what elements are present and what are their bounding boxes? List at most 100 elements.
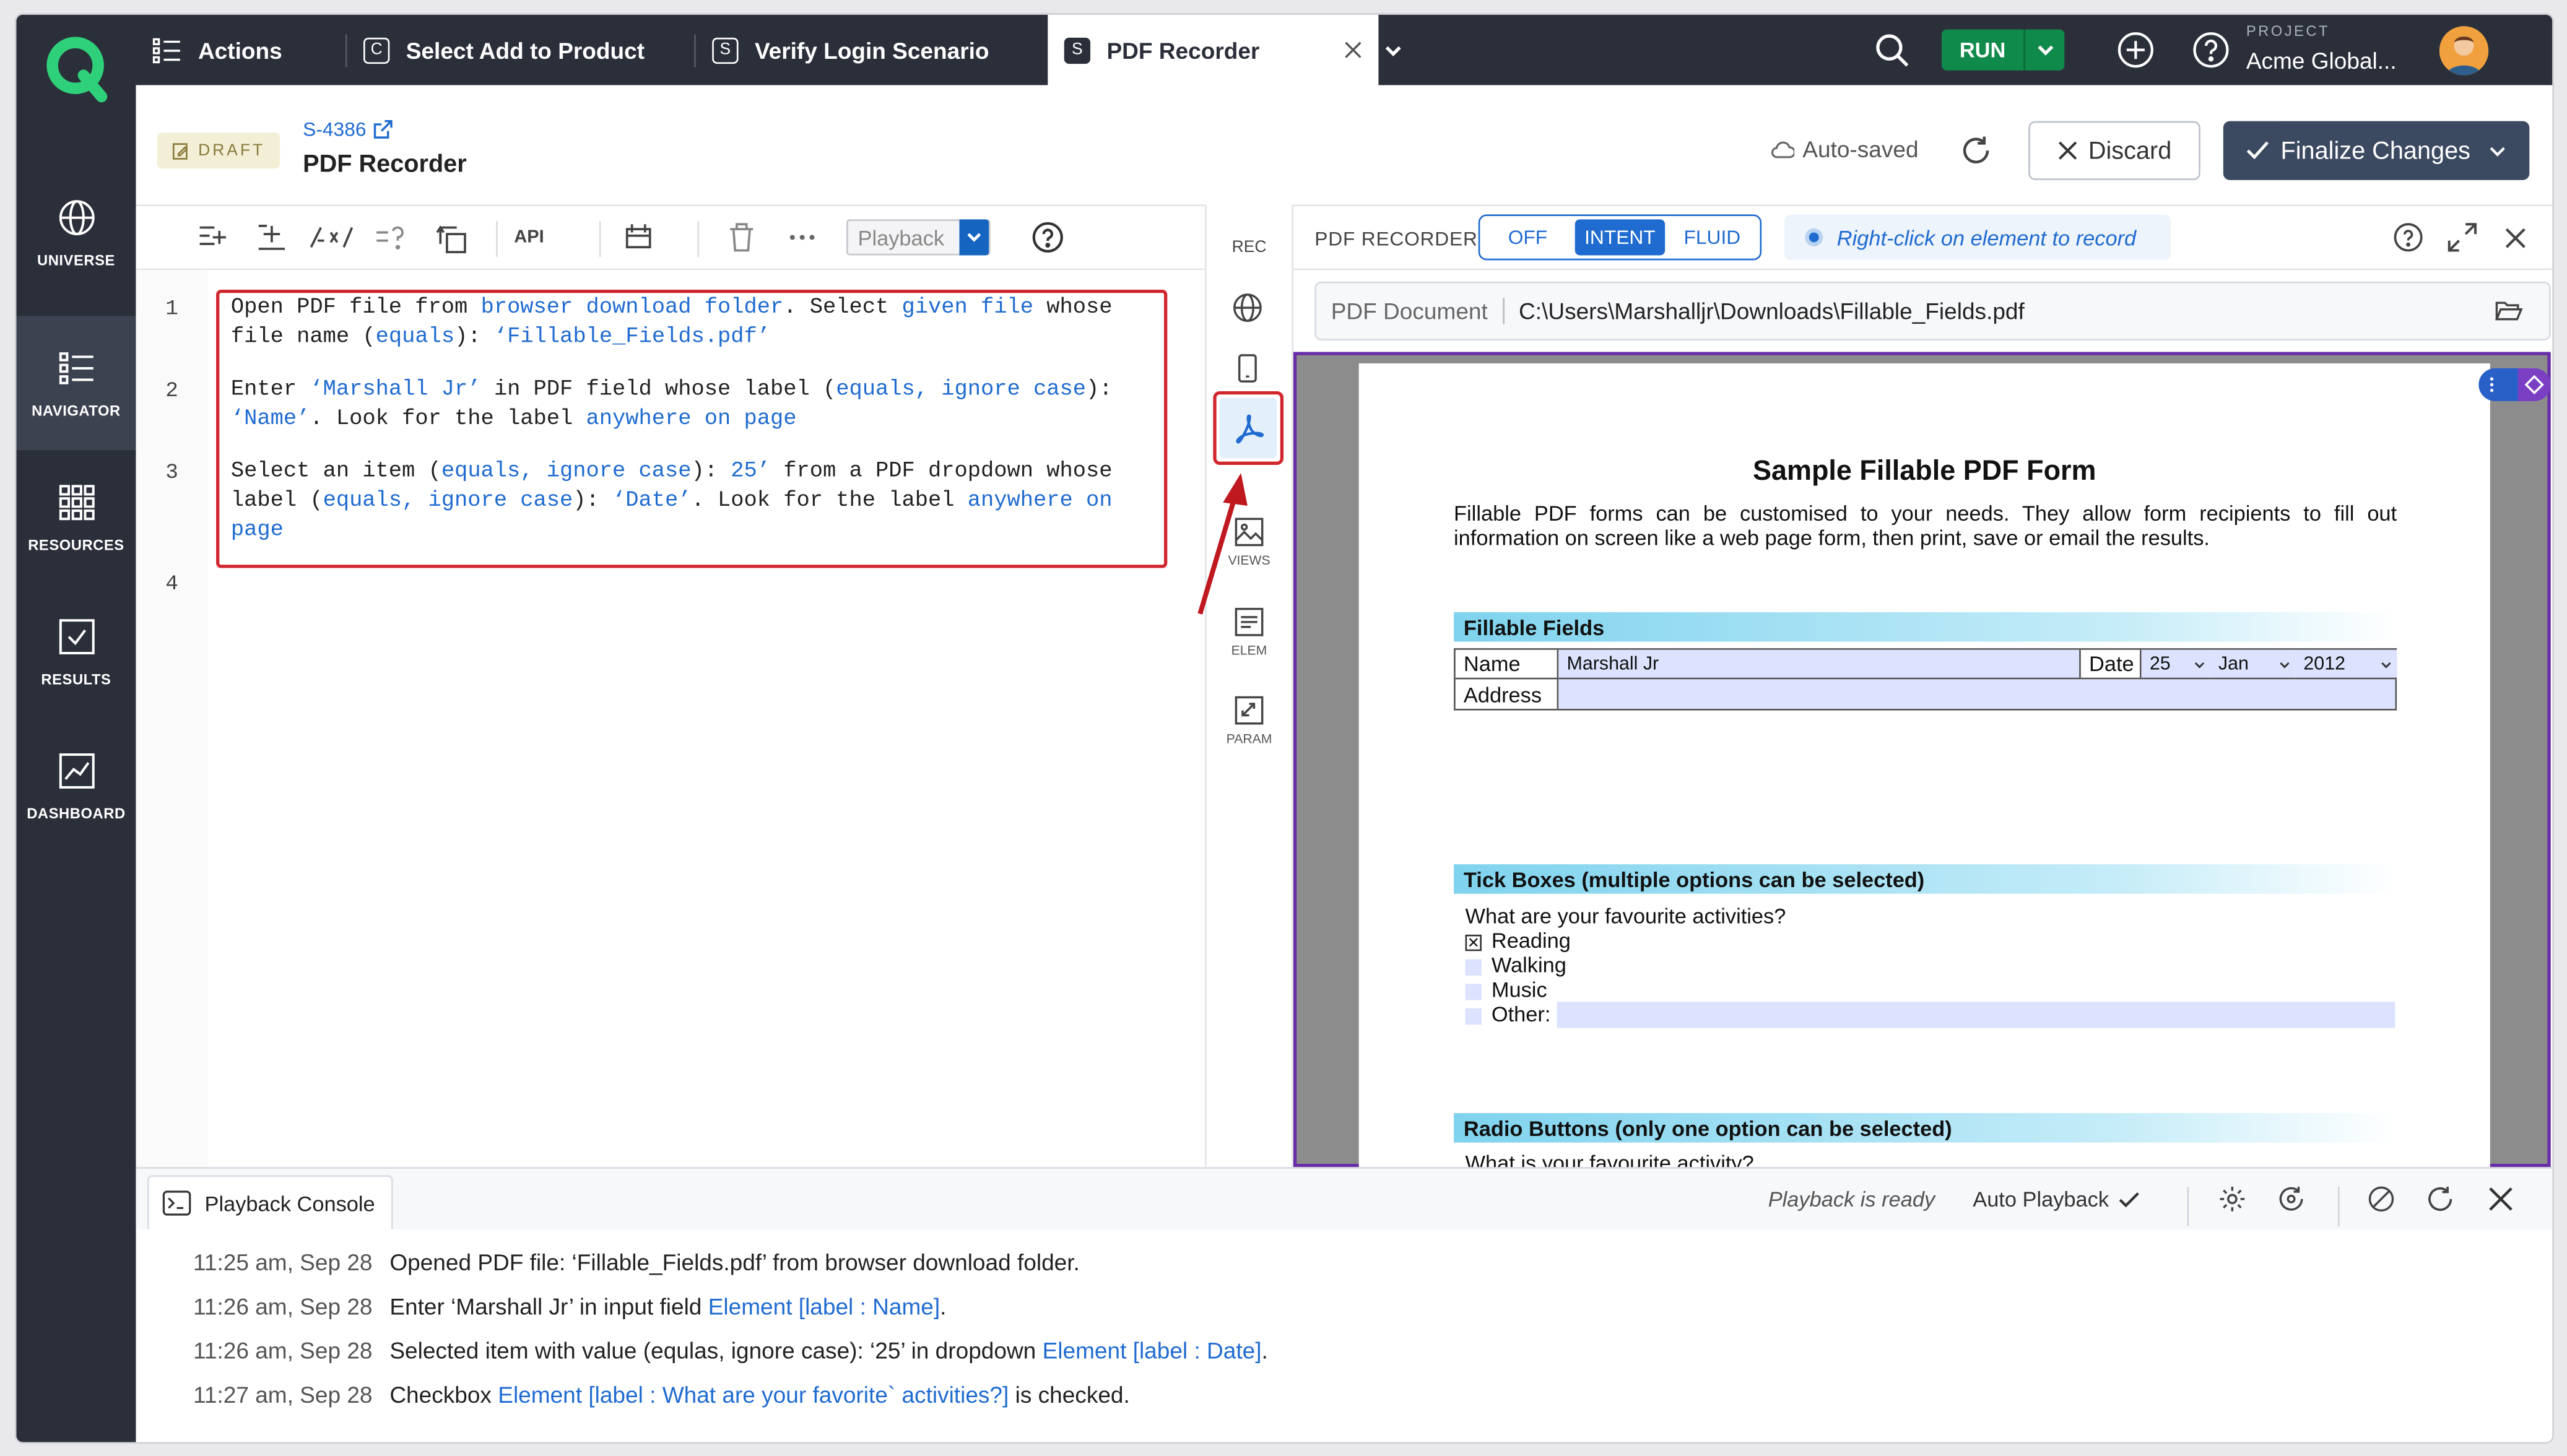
pick-element-button[interactable] — [2517, 368, 2551, 401]
nav-universe[interactable]: UNIVERSE — [16, 165, 136, 300]
date-day-select[interactable]: 25 — [2141, 649, 2210, 680]
step-line-3[interactable]: Select an item (equals, ignore case): 25… — [231, 458, 1113, 547]
mode-off[interactable]: OFF — [1483, 219, 1573, 255]
tab-label: Select Add to Product — [406, 37, 645, 63]
name-field[interactable]: Marshall Jr — [1558, 649, 2081, 680]
gear-icon[interactable] — [2218, 1185, 2246, 1213]
project-name[interactable]: Acme Global... — [2246, 48, 2397, 74]
close-icon[interactable] — [2505, 228, 2526, 249]
tab-verify-login-scenario[interactable]: S Verify Login Scenario — [696, 15, 1046, 85]
help-icon[interactable] — [2192, 31, 2230, 69]
text-token: Opened PDF file: ‘Fillable_Fields.pdf’ f… — [389, 1249, 1080, 1275]
address-field[interactable] — [1558, 679, 2395, 709]
tab-playback-console[interactable]: Playback Console — [147, 1175, 393, 1229]
other-field[interactable] — [1557, 1002, 2395, 1028]
recording-mode-toggle[interactable]: OFF INTENT FLUID — [1478, 214, 1762, 261]
search-icon[interactable] — [1875, 33, 1909, 67]
web-recorder-icon[interactable] — [1233, 293, 1262, 323]
calendar-icon[interactable] — [623, 223, 653, 253]
mode-intent[interactable]: INTENT — [1575, 219, 1665, 256]
finalize-changes-button[interactable]: Finalize Changes — [2223, 121, 2530, 180]
checkbox-music[interactable]: Music — [1465, 977, 1547, 1002]
clear-icon[interactable] — [2368, 1185, 2395, 1213]
avatar[interactable] — [2439, 26, 2489, 76]
toolbar-divider — [496, 220, 498, 258]
param-button[interactable]: PARAM — [1217, 696, 1282, 747]
help-icon[interactable] — [1032, 221, 1064, 254]
image-icon — [1235, 518, 1264, 547]
folder-open-icon[interactable] — [2495, 300, 2523, 323]
pdf-document-label: PDF Document — [1331, 298, 1488, 324]
add-step-icon[interactable] — [257, 223, 287, 253]
discard-button[interactable]: Discard — [2028, 121, 2200, 180]
elem-button[interactable]: ELEM — [1217, 607, 1282, 658]
run-dropdown[interactable] — [2023, 29, 2064, 71]
conditional-icon[interactable] — [375, 223, 405, 253]
text-token: Enter ‘Marshall Jr’ in input field — [389, 1293, 708, 1320]
tab-select-add-to-product[interactable]: C Select Add to Product — [347, 15, 695, 85]
copy-step-icon[interactable] — [435, 223, 468, 256]
parameterize-icon[interactable] — [308, 223, 354, 253]
nav-resources[interactable]: RESOURCES — [16, 450, 136, 584]
checkbox-label: Reading — [1491, 928, 1571, 953]
param-label: PARAM — [1226, 731, 1272, 747]
keyword-token: ‘Name’ — [230, 407, 310, 433]
nav-results[interactable]: RESULTS — [16, 584, 136, 719]
pdf-recorder-active-bg — [1219, 397, 1277, 459]
top-bar: Actions C Select Add to Product S Verify… — [136, 14, 2553, 85]
api-button[interactable]: API — [514, 228, 544, 248]
trash-icon[interactable] — [729, 223, 755, 253]
tab-label: Verify Login Scenario — [754, 37, 989, 63]
name-label: Name — [1455, 649, 1559, 680]
close-icon[interactable] — [2488, 1187, 2513, 1211]
pdf-recorder-button[interactable] — [1213, 391, 1284, 465]
checkbox-label: Other: — [1491, 1002, 1551, 1026]
replay-icon[interactable] — [2277, 1185, 2305, 1213]
checkbox-other[interactable]: Other: — [1465, 1002, 1551, 1026]
more-icon[interactable] — [789, 234, 815, 241]
step-line-1[interactable]: Open PDF file from browser download fold… — [231, 295, 1113, 353]
autosave-status: Auto-saved — [1771, 136, 1919, 162]
views-button[interactable]: VIEWS — [1217, 518, 1282, 568]
chevron-down-icon[interactable] — [1383, 41, 1403, 61]
line-gutter — [136, 270, 208, 1168]
globe-icon — [58, 199, 94, 235]
insert-step-icon[interactable] — [198, 223, 228, 253]
chevron-down-icon — [2280, 662, 2290, 669]
api-label: API — [514, 227, 544, 248]
nav-dashboard[interactable]: DASHBOARD — [16, 719, 136, 853]
nav-navigator[interactable]: NAVIGATOR — [16, 316, 136, 451]
run-button[interactable]: RUN — [1942, 29, 2065, 71]
playback-dropdown[interactable] — [959, 219, 989, 256]
help-icon[interactable] — [2394, 223, 2423, 253]
mode-fluid[interactable]: FLUID — [1668, 219, 1757, 255]
story-id: S-4386 — [303, 118, 367, 141]
expand-icon[interactable] — [2448, 223, 2477, 253]
keyword-token: ‘Fillable_Fields.pdf’ — [493, 326, 771, 350]
pdf-element-tools[interactable] — [2478, 368, 2551, 401]
mobile-recorder-icon[interactable] — [1238, 353, 1257, 383]
close-tab-icon[interactable] — [1344, 41, 1362, 59]
auto-playback-toggle[interactable]: Auto Playback — [1973, 1187, 2140, 1211]
text-token: ): — [1086, 378, 1113, 403]
step-line-2[interactable]: Enter ‘Marshall Jr’ in PDF field whose l… — [231, 376, 1113, 435]
checkbox-walking[interactable]: Walking — [1465, 953, 1566, 977]
list-icon — [152, 37, 180, 63]
checkbox-reading[interactable]: ✕ Reading — [1465, 928, 1571, 953]
discard-label: Discard — [2088, 136, 2172, 165]
tab-pdf-recorder[interactable]: S PDF Recorder — [1048, 14, 1379, 85]
add-circle-icon[interactable] — [2117, 31, 2155, 69]
tab-actions[interactable]: Actions — [136, 15, 345, 85]
story-id-link[interactable]: S-4386 — [303, 118, 393, 141]
pdf-document-path: C:\Users\Marshalljr\Downloads\Fillable_F… — [1519, 298, 2025, 324]
refresh-icon[interactable] — [1960, 134, 1992, 167]
date-year-select[interactable]: 2012 — [2295, 649, 2397, 680]
playback-select[interactable]: Playback — [846, 219, 991, 256]
log-timestamp: 11:26 am, Sep 28 — [193, 1293, 373, 1320]
date-month-select[interactable]: Jan — [2210, 649, 2296, 680]
text-token: whose — [1033, 296, 1113, 321]
q-logo-icon[interactable] — [39, 31, 111, 103]
refresh-icon[interactable] — [2426, 1185, 2454, 1213]
keyword-token: Element [label : Date] — [1042, 1337, 1262, 1364]
line-number: 2 — [165, 378, 178, 403]
